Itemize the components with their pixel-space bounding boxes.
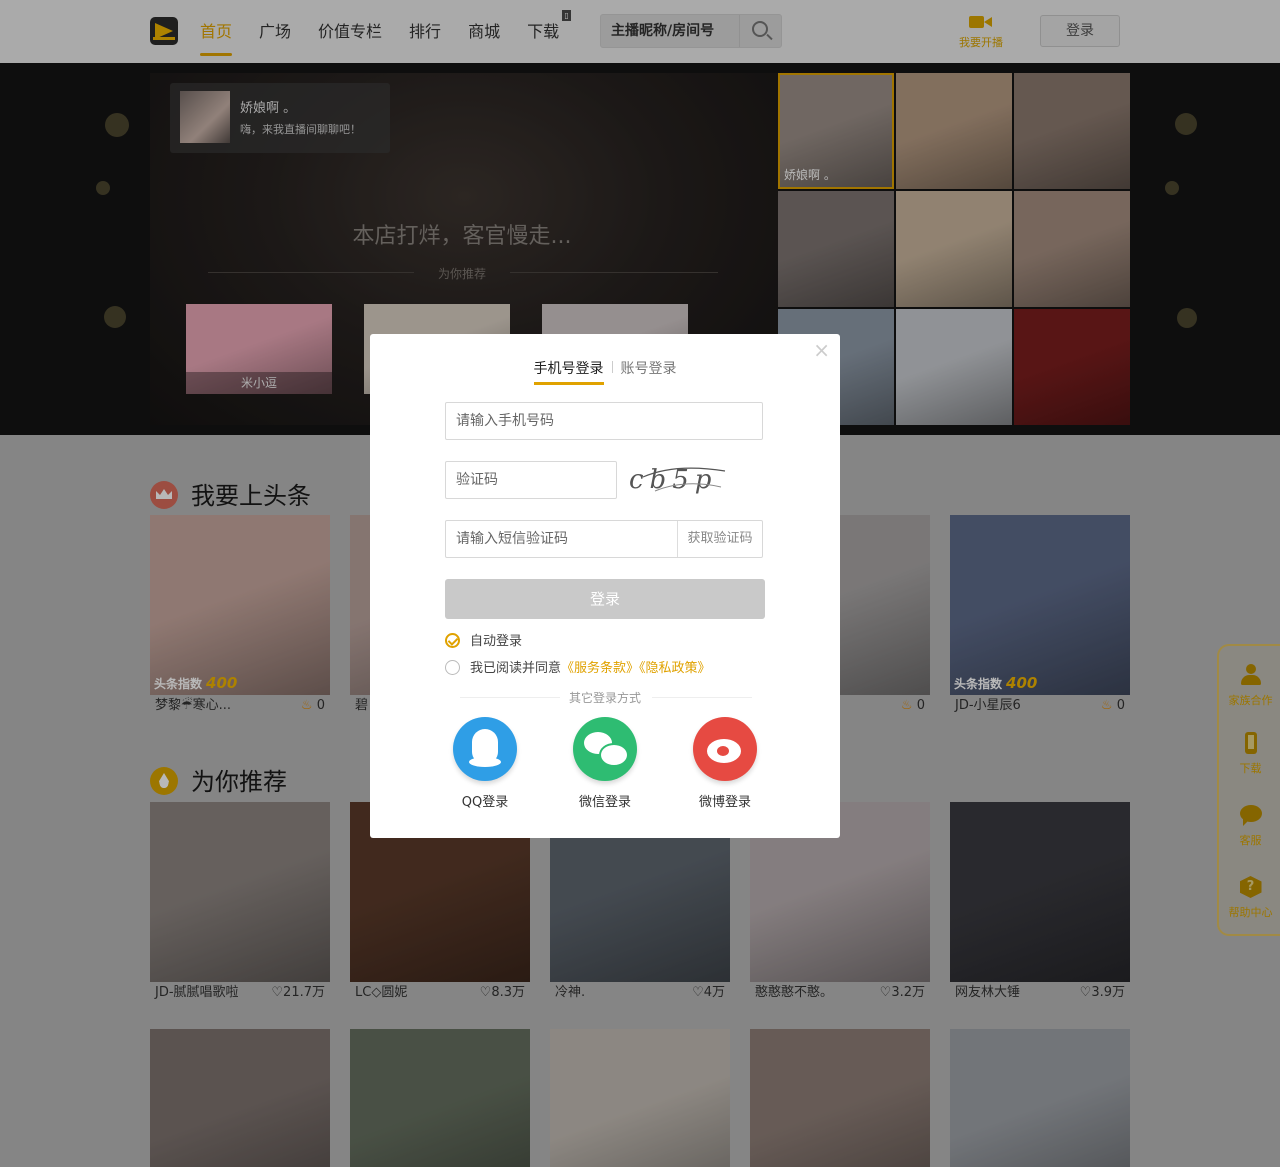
captcha-image[interactable]: cb5p (625, 457, 730, 501)
auto-login-row[interactable]: 自动登录 (445, 630, 522, 649)
captcha-input[interactable] (445, 461, 617, 499)
login-tabs: 手机号登录 账号登录 (370, 358, 840, 385)
auto-login-label: 自动登录 (470, 634, 523, 649)
other-login-label: 其它登录方式 (568, 691, 641, 705)
weibo-login-label: 微博登录 (698, 795, 751, 810)
agreement-row: 我已阅读并同意《服务条款》《隐私政策》 (445, 657, 711, 676)
qq-icon (453, 717, 517, 781)
agreement-label: 我已阅读并同意 (470, 661, 562, 676)
terms-link[interactable]: 《服务条款》 (561, 661, 639, 676)
wechat-login-button[interactable]: 微信登录 (565, 717, 645, 810)
tab-phone-login[interactable]: 手机号登录 (533, 358, 604, 385)
qq-login-button[interactable]: QQ登录 (445, 717, 525, 810)
phone-input[interactable] (445, 402, 763, 440)
close-icon[interactable]: × (813, 340, 830, 360)
weibo-login-button[interactable]: 微博登录 (685, 717, 765, 810)
weibo-icon (693, 717, 757, 781)
get-sms-code-button[interactable]: 获取验证码 (677, 521, 762, 557)
qq-login-label: QQ登录 (461, 795, 509, 810)
wechat-icon (573, 717, 637, 781)
auto-login-checkbox[interactable] (445, 633, 460, 648)
privacy-link[interactable]: 《隐私政策》 (639, 661, 711, 676)
agreement-checkbox[interactable] (445, 660, 460, 675)
login-submit-button[interactable]: 登录 (445, 579, 765, 619)
tab-account-login[interactable]: 账号登录 (621, 358, 677, 383)
wechat-login-label: 微信登录 (578, 795, 631, 810)
login-modal: × 手机号登录账号登录 cb5p 获取验证码 登录 自动登录 我已阅读并同意《服… (370, 334, 840, 838)
